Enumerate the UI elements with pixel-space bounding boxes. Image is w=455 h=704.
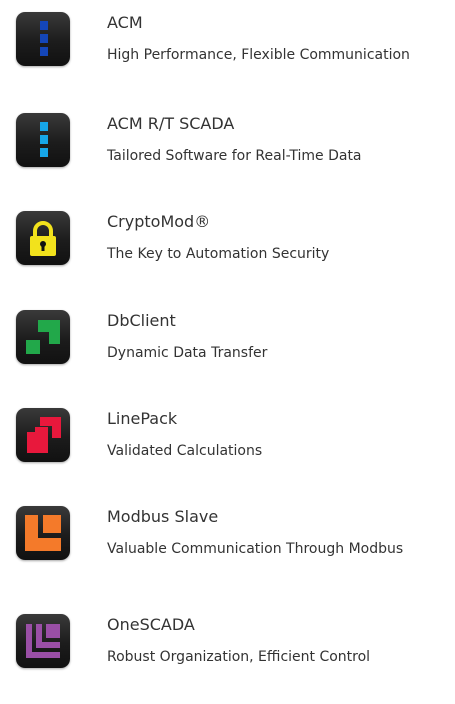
product-name: CryptoMod® xyxy=(107,212,211,231)
product-list: ACM High Performance, Flexible Communica… xyxy=(0,0,455,704)
product-tagline: Tailored Software for Real-Time Data xyxy=(107,148,362,164)
modbus-slave-l-shape-icon xyxy=(16,506,70,560)
product-name: ACM R/T SCADA xyxy=(107,114,235,133)
product-tagline: Validated Calculations xyxy=(107,443,263,459)
product-acm[interactable]: ACM High Performance, Flexible Communica… xyxy=(16,12,446,76)
product-acm-rt-scada[interactable]: ACM R/T SCADA Tailored Software for Real… xyxy=(16,113,446,177)
product-tagline: High Performance, Flexible Communication xyxy=(107,47,410,63)
product-name: DbClient xyxy=(107,311,176,330)
product-tagline: Dynamic Data Transfer xyxy=(107,345,268,361)
product-name: ACM xyxy=(107,13,143,32)
onescada-l-shapes-icon xyxy=(16,614,70,668)
product-name: OneSCADA xyxy=(107,615,195,634)
product-tagline: The Key to Automation Security xyxy=(107,246,330,262)
dbclient-squares-icon xyxy=(16,310,70,364)
product-name: Modbus Slave xyxy=(107,507,219,526)
product-onescada[interactable]: OneSCADA Robust Organization, Efficient … xyxy=(16,614,446,678)
product-tagline: Valuable Communication Through Modbus xyxy=(107,541,404,557)
acm-rt-scada-blocks-icon xyxy=(16,113,70,167)
product-cryptomod[interactable]: CryptoMod® The Key to Automation Securit… xyxy=(16,211,446,275)
linepack-squares-icon xyxy=(16,408,70,462)
product-linepack[interactable]: LinePack Validated Calculations xyxy=(16,408,446,472)
product-dbclient[interactable]: DbClient Dynamic Data Transfer xyxy=(16,310,446,374)
padlock-icon xyxy=(16,211,70,265)
acm-blocks-icon xyxy=(16,12,70,66)
product-name: LinePack xyxy=(107,409,178,428)
product-modbus-slave[interactable]: Modbus Slave Valuable Communication Thro… xyxy=(16,506,446,570)
product-tagline: Robust Organization, Efficient Control xyxy=(107,649,371,665)
